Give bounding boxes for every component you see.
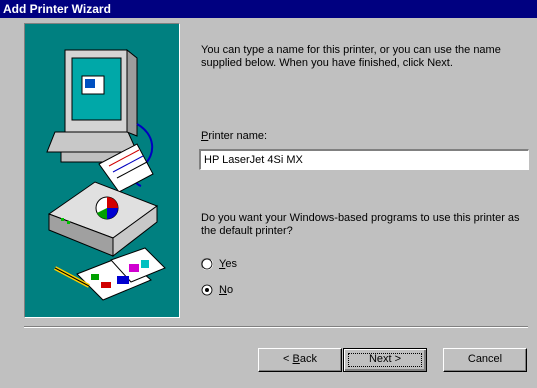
next-button[interactable]: Next > xyxy=(343,348,427,372)
title-bar[interactable]: Add Printer Wizard xyxy=(0,0,537,18)
cancel-button[interactable]: Cancel xyxy=(443,348,527,372)
radio-unselected-icon[interactable] xyxy=(201,258,213,270)
button-separator xyxy=(24,326,528,328)
printer-name-input[interactable]: HP LaserJet 4Si MX xyxy=(199,149,529,170)
no-radio-option[interactable]: No xyxy=(201,284,233,296)
yes-radio-option[interactable]: Yes xyxy=(201,258,237,270)
wizard-illustration xyxy=(24,23,180,318)
printer-name-label: Printer name: xyxy=(201,130,268,142)
computer-icon xyxy=(46,48,138,163)
no-radio-label: No xyxy=(219,284,234,296)
printed-pages-icon xyxy=(54,247,166,301)
back-button[interactable]: < Back xyxy=(258,348,342,372)
instructions-text: You can type a name for this printer, or… xyxy=(201,44,501,69)
default-printer-question: Do you want your Windows-based programs … xyxy=(201,212,520,237)
yes-radio-label: Yes xyxy=(219,258,237,270)
window-title: Add Printer Wizard xyxy=(3,2,111,16)
radio-selected-icon[interactable] xyxy=(201,284,213,296)
add-printer-wizard-window: Add Printer Wizard You can type a name f… xyxy=(0,0,537,388)
